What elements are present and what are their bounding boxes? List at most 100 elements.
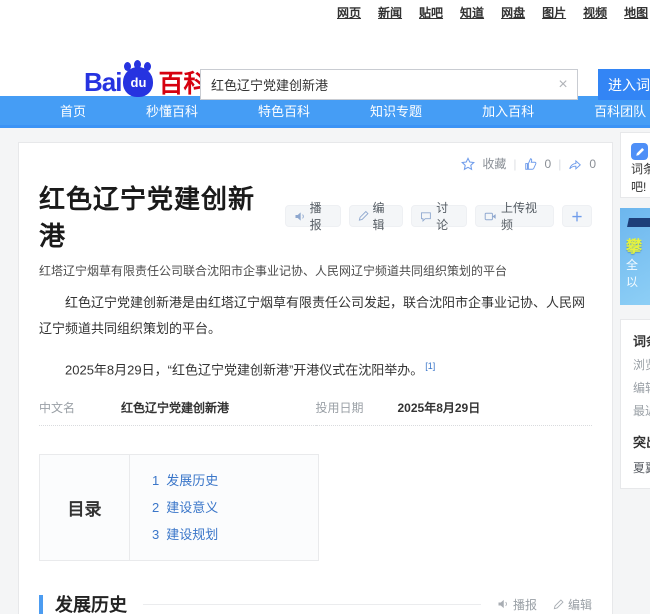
infobox-label: 中文名 bbox=[39, 399, 121, 416]
article-actions: 收藏 | 0 | 0 bbox=[461, 155, 596, 172]
divider: | bbox=[558, 157, 561, 171]
collect-label[interactable]: 收藏 bbox=[482, 155, 506, 172]
section-title: 发展历史 bbox=[55, 591, 127, 614]
page-body: 收藏 | 0 | 0 红色辽宁党建创新港 播报 编辑 bbox=[0, 128, 650, 614]
discuss-button[interactable]: 讨论 bbox=[411, 205, 467, 227]
contributors-title: 突出贡献榜 bbox=[633, 432, 650, 451]
topnav-link-image[interactable]: 图片 bbox=[542, 4, 566, 21]
topnav-link-map[interactable]: 地图 bbox=[624, 4, 648, 21]
toc-num: 2 bbox=[152, 500, 159, 515]
article-card: 收藏 | 0 | 0 红色辽宁党建创新港 播报 编辑 bbox=[18, 142, 613, 614]
enter-entry-button[interactable]: 进入词条 bbox=[598, 69, 650, 100]
promo-line-2: 吧! bbox=[631, 180, 646, 194]
section-edit-label: 编辑 bbox=[568, 596, 592, 613]
stat-view-count: 浏览次数： bbox=[633, 356, 650, 373]
toc-label: 建设意义 bbox=[166, 500, 218, 515]
promo-banner[interactable]: 攀 全 以 bbox=[620, 208, 650, 305]
promo-line-1: 词条 bbox=[631, 162, 650, 176]
section-edit-button[interactable]: 编辑 bbox=[553, 596, 592, 613]
stat-edit-count: 编辑次数： bbox=[633, 379, 650, 396]
edit-button[interactable]: 编辑 bbox=[349, 205, 404, 227]
toc-label: 建设规划 bbox=[166, 527, 218, 542]
toc-item-plan[interactable]: 3 建设规划 bbox=[152, 521, 318, 548]
topnav-link-pan[interactable]: 网盘 bbox=[501, 4, 525, 21]
upload-video-label: 上传视频 bbox=[501, 199, 545, 233]
stat-last-update: 最近更新： bbox=[633, 402, 650, 419]
lead-paragraph-1: 红色辽宁党建创新港是由红塔辽宁烟草有限责任公司发起，联合沈阳市企事业记协、人民网… bbox=[39, 290, 592, 342]
more-add-button[interactable]: ＋ bbox=[562, 205, 592, 227]
nav-item-miaodong[interactable]: 秒懂百科 bbox=[116, 101, 228, 120]
pencil-icon bbox=[553, 599, 564, 610]
toc-num: 3 bbox=[152, 527, 159, 542]
thumbs-up-icon[interactable] bbox=[524, 157, 538, 171]
lead-paragraph-2-text: 2025年8月29日，“红色辽宁党建创新港”开港仪式在沈阳举办。 bbox=[65, 362, 423, 377]
top-utility-nav: 网页 新闻 贴吧 知道 网盘 图片 视频 地图 文库 bbox=[0, 0, 650, 24]
table-of-contents: 目录 1 发展历史 2 建设意义 3 建设规划 bbox=[39, 454, 319, 561]
pencil-icon bbox=[358, 210, 369, 222]
banner-highlight-text: 攀 bbox=[626, 233, 650, 257]
star-icon[interactable] bbox=[461, 157, 475, 171]
infobox-label: 投用日期 bbox=[316, 399, 398, 416]
video-icon bbox=[484, 210, 497, 223]
divider: | bbox=[513, 157, 516, 171]
clear-icon[interactable]: × bbox=[549, 76, 577, 94]
toc-item-significance[interactable]: 2 建设意义 bbox=[152, 494, 318, 521]
contributor-name[interactable]: 夏翼 bbox=[633, 459, 650, 476]
banner-ribbon bbox=[627, 218, 650, 227]
reference-link[interactable]: [1] bbox=[425, 361, 435, 371]
nav-item-tese[interactable]: 特色百科 bbox=[228, 101, 340, 120]
page-title: 红色辽宁党建创新港 bbox=[39, 179, 271, 253]
toc-title: 目录 bbox=[40, 455, 130, 560]
infobox-value: 红色辽宁党建创新港 bbox=[121, 399, 229, 416]
infobox-row-chinese-name: 中文名 红色辽宁党建创新港 bbox=[39, 399, 316, 426]
baidu-baike-logo[interactable]: Bai du 百科 bbox=[84, 64, 208, 100]
toc-label: 发展历史 bbox=[166, 473, 218, 488]
discuss-label: 讨论 bbox=[436, 199, 458, 233]
like-count: 0 bbox=[545, 157, 552, 171]
upload-video-button[interactable]: 上传视频 bbox=[475, 205, 554, 227]
banner-line-1: 全 bbox=[626, 257, 650, 274]
section-divider-line bbox=[143, 604, 481, 605]
chat-icon bbox=[420, 210, 432, 223]
infobox-row-open-date: 投用日期 2025年8月29日 bbox=[316, 399, 593, 426]
search-box: × bbox=[200, 69, 578, 100]
entry-statistics-card: 词条统计 浏览次数： 编辑次数： 最近更新： 突出贡献榜 夏翼 bbox=[620, 319, 650, 489]
share-count: 0 bbox=[589, 157, 596, 171]
broadcast-button[interactable]: 播报 bbox=[285, 205, 341, 227]
edit-promo-card[interactable]: 词条 吧! bbox=[620, 132, 650, 198]
right-sidebar: 词条 吧! 攀 全 以 词条统计 浏览次数： 编辑次数： 最近更新： 突出贡献榜… bbox=[620, 132, 650, 489]
infobox-value: 2025年8月29日 bbox=[398, 399, 481, 416]
speaker-icon bbox=[294, 210, 306, 223]
statistics-title: 词条统计 bbox=[633, 331, 650, 350]
logo-text-du: du bbox=[123, 75, 153, 90]
nav-item-team[interactable]: 百科团队 bbox=[564, 101, 650, 120]
section-accent-bar bbox=[39, 595, 43, 614]
topnav-link-news[interactable]: 新闻 bbox=[378, 4, 402, 21]
edit-label: 编辑 bbox=[373, 199, 395, 233]
section-header-history: 发展历史 播报 编辑 bbox=[39, 591, 592, 614]
nav-item-join[interactable]: 加入百科 bbox=[452, 101, 564, 120]
logo-text-bai: Bai bbox=[84, 67, 121, 98]
topnav-link-video[interactable]: 视频 bbox=[583, 4, 607, 21]
nav-item-home[interactable]: 首页 bbox=[30, 101, 116, 120]
toc-num: 1 bbox=[152, 473, 159, 488]
topnav-link-zhidao[interactable]: 知道 bbox=[460, 4, 484, 21]
broadcast-label: 播报 bbox=[310, 199, 332, 233]
infobox: 中文名 红色辽宁党建创新港 投用日期 2025年8月29日 bbox=[39, 399, 592, 426]
topnav-link-tieba[interactable]: 贴吧 bbox=[419, 4, 443, 21]
baidu-paw-icon: du bbox=[123, 67, 153, 97]
share-icon[interactable] bbox=[568, 157, 582, 171]
section-broadcast-button[interactable]: 播报 bbox=[497, 596, 537, 613]
edit-icon bbox=[631, 143, 648, 160]
lead-paragraph-2: 2025年8月29日，“红色辽宁党建创新港”开港仪式在沈阳举办。[1] bbox=[39, 353, 592, 383]
toc-item-history[interactable]: 1 发展历史 bbox=[152, 467, 318, 494]
speaker-icon bbox=[497, 598, 509, 610]
section-broadcast-label: 播报 bbox=[513, 596, 537, 613]
search-input[interactable] bbox=[201, 77, 549, 92]
banner-line-2: 以 bbox=[626, 274, 650, 291]
primary-nav: 首页 秒懂百科 特色百科 知识专题 加入百科 百科团队 权威合作 bbox=[0, 96, 650, 128]
title-row: 红色辽宁党建创新港 播报 编辑 讨论 上传视频 ＋ bbox=[39, 179, 592, 253]
nav-item-zhuanti[interactable]: 知识专题 bbox=[340, 101, 452, 120]
article-summary: 红塔辽宁烟草有限责任公司联合沈阳市企事业记协、人民网辽宁频道共同组织策划的平台 bbox=[39, 262, 592, 279]
topnav-link-web[interactable]: 网页 bbox=[337, 4, 361, 21]
